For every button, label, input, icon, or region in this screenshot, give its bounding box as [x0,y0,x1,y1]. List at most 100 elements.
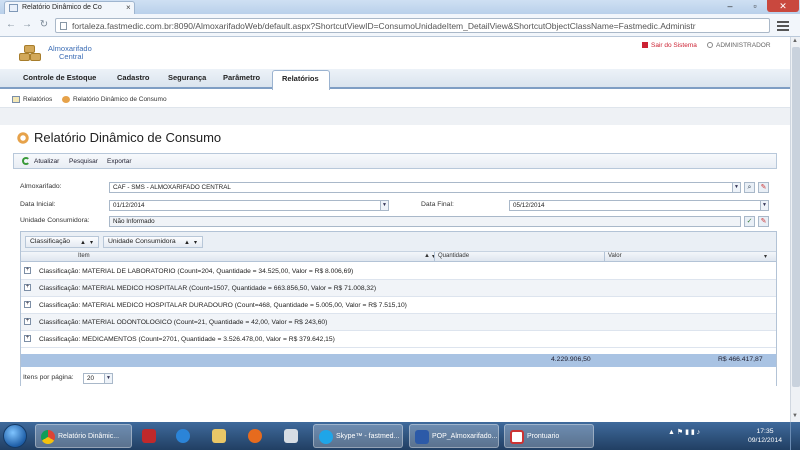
breadcrumb-current[interactable]: Relatório Dinâmico de Consumo [73,96,167,103]
filter-dropdown-icon[interactable]: ▾ [90,238,93,248]
chevron-down-icon[interactable]: ▼ [732,183,740,192]
scrollbar-thumb[interactable] [792,47,800,387]
group-row-text: Classificação: MEDICAMENTOS (Count=2701,… [39,336,335,343]
taskbar-item-firefox[interactable] [243,424,267,448]
app-header: Almoxarifado Central Sair do Sistema ADM… [0,37,790,69]
windows-taskbar: Relatório Dinâmic... Skype™ - fastmed...… [0,422,800,450]
unidade-consumidora-value: Não Informado [113,218,155,225]
search-button[interactable]: Pesquisar [69,158,98,165]
group-chip-classificacao[interactable]: Classificação ▲ ▾ [25,236,99,248]
address-bar[interactable]: fortaleza.fastmedic.com.br:8090/Almoxari… [55,18,770,33]
column-separator [604,252,605,262]
nav-item-cadastro[interactable]: Cadastro [117,73,150,82]
group-panel: Classificação ▲ ▾ Unidade Consumidora ▲ … [21,232,776,252]
items-per-page-select[interactable]: 20 ▼ [83,373,113,384]
close-tab-icon[interactable]: × [126,3,131,12]
reload-icon[interactable]: ↻ [37,18,51,32]
folder-icon [212,429,226,443]
expand-icon[interactable]: + [24,284,31,291]
page-scrollbar[interactable]: ▲ ▼ [790,37,800,422]
back-arrow-icon[interactable]: ← [4,18,18,32]
items-per-page-label: Itens por página: [23,374,74,381]
show-desktop-button[interactable] [790,422,800,450]
almoxarifado-select[interactable]: CAF - SMS - ALMOXARIFADO CENTRAL ▼ [109,182,741,193]
firefox-icon [248,429,262,443]
nav-item-controle-estoque[interactable]: Controle de Estoque [23,73,96,82]
data-final-label: Data Final: [421,201,454,208]
filezilla-icon [142,429,156,443]
forward-arrow-icon[interactable]: → [20,18,34,32]
group-chip-unidade[interactable]: Unidade Consumidora ▲ ▾ [103,236,203,248]
browser-menu-icon[interactable] [776,19,790,32]
sort-up-icon: ▲ [184,240,190,246]
report-toolbar: Atualizar Pesquisar Exportar [13,153,777,169]
taskbar-item-label: Skype™ - fastmed... [336,433,400,440]
export-button[interactable]: Exportar [107,158,132,165]
group-row: + Classificação: MEDICAMENTOS (Count=270… [21,331,776,348]
refresh-icon [22,157,30,165]
close-window-button[interactable]: ✕ [767,0,799,12]
group-row: + Classificação: MATERIAL MEDICO HOSPITA… [21,280,776,297]
data-inicial-field[interactable]: 01/12/2014 ▼ [109,200,389,211]
nav-item-relatorios[interactable]: Relatórios [272,70,330,90]
unidade-consumidora-field[interactable]: Não Informado [109,216,741,227]
scroll-up-icon[interactable]: ▲ [792,38,798,44]
system-tray[interactable]: ▲ ⚑ ▮ ▮ ♪ [668,428,700,436]
calendar-dropdown-icon[interactable]: ▼ [380,201,388,210]
expand-icon[interactable]: + [24,301,31,308]
taskbar-item-chrome[interactable]: Relatório Dinâmic... [35,424,132,448]
breadcrumb: Relatórios Relatório Dinâmico de Consumo [0,91,790,107]
chevron-down-icon[interactable]: ▼ [104,374,112,383]
almoxarifado-search-button[interactable]: ⌕ [744,182,755,193]
page-title: Relatório Dinâmico de Consumo [34,130,222,145]
breadcrumb-root[interactable]: Relatórios [23,96,52,103]
data-final-field[interactable]: 05/12/2014 ▼ [509,200,769,211]
column-quantidade[interactable]: Quantidade [438,253,469,259]
column-item[interactable]: Item [78,253,90,259]
expand-icon[interactable]: + [24,318,31,325]
unidade-clear-button[interactable]: ✎ [758,216,769,227]
maximize-window-button[interactable]: ▫ [742,0,768,12]
scroll-down-icon[interactable]: ▼ [792,413,798,419]
page-info-icon [60,22,67,30]
expand-icon[interactable]: + [24,335,31,342]
taskbar-item-skype[interactable]: Skype™ - fastmed... [313,424,403,448]
app-logo [17,43,47,63]
calendar-dropdown-icon[interactable]: ▼ [760,201,768,210]
almoxarifado-clear-button[interactable]: ✎ [758,182,769,193]
column-valor[interactable]: Valor [608,253,622,259]
browser-tab[interactable]: Relatório Dinâmico de Co × [4,1,135,14]
nav-item-parametro[interactable]: Parâmetro [223,73,260,82]
group-chip-label: Unidade Consumidora [108,238,176,245]
taskbar-item-prontuario[interactable]: Prontuario [504,424,594,448]
group-row-text: Classificação: MATERIAL MEDICO HOSPITALA… [39,302,407,309]
logout-link[interactable]: Sair do Sistema [642,42,697,49]
taskbar-item-word[interactable]: POP_Almoxarifado... [409,424,499,448]
app-window-icon [284,429,298,443]
group-row-text: Classificação: MATERIAL ODONTOLOGICO (Co… [39,319,328,326]
group-row-text: Classificação: MATERIAL MEDICO HOSPITALA… [39,285,377,292]
logout-label: Sair do Sistema [651,42,697,49]
system-clock[interactable]: 17:35 09/12/2014 [748,427,782,445]
refresh-button[interactable]: Atualizar [34,158,59,165]
almoxarifado-label: Almoxarifado: [20,183,62,190]
expand-icon[interactable]: + [24,267,31,274]
pager: Itens por página: 20 ▼ [21,369,776,386]
app-name-line2: Central [59,52,84,61]
taskbar-item-ie[interactable] [171,424,195,448]
user-link[interactable]: ADMINISTRADOR [707,42,771,49]
taskbar-item-app[interactable] [279,424,303,448]
filter-dropdown-icon[interactable]: ▾ [764,253,767,260]
pivot-grid: Classificação ▲ ▾ Unidade Consumidora ▲ … [20,231,777,386]
almoxarifado-value: CAF - SMS - ALMOXARIFADO CENTRAL [113,184,231,191]
taskbar-item-filezilla[interactable] [137,424,161,448]
start-button[interactable] [3,424,27,448]
taskbar-item-explorer[interactable] [207,424,231,448]
data-inicial-value: 01/12/2014 [113,202,145,209]
nav-item-seguranca[interactable]: Segurança [168,73,206,82]
minimize-window-button[interactable]: – [717,0,743,12]
unidade-consumidora-label: Unidade Consumidora: [20,217,90,224]
user-name: ADMINISTRADOR [716,42,771,49]
unidade-confirm-button[interactable]: ✓ [744,216,755,227]
filter-dropdown-icon[interactable]: ▾ [194,238,197,248]
